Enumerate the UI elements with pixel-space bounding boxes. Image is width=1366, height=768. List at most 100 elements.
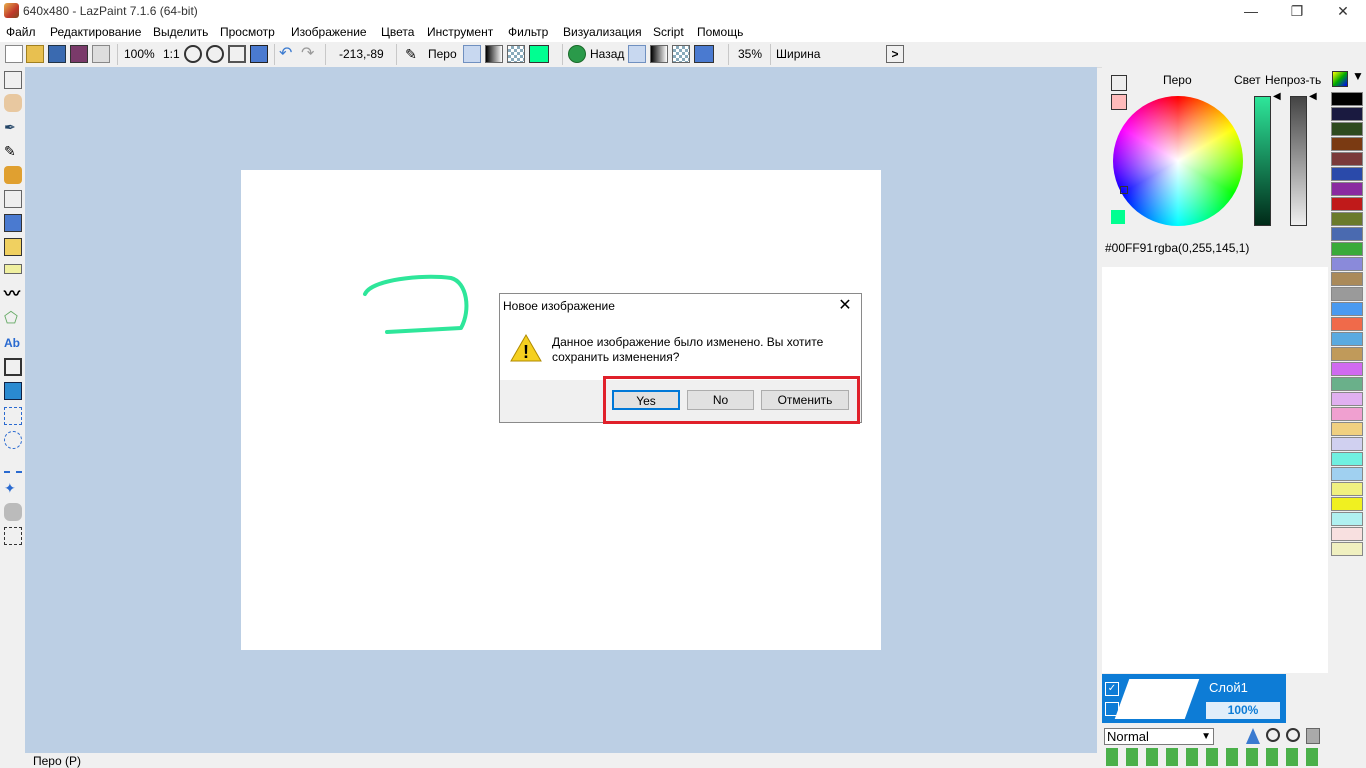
palette-swatch[interactable] [1331,347,1363,361]
palette-swatch[interactable] [1331,392,1363,406]
select-pen-icon[interactable] [4,503,22,521]
opacity-slider[interactable] [1290,96,1307,226]
menu-view[interactable]: Просмотр [220,25,275,39]
palette-swatch[interactable] [1331,497,1363,511]
palette-swatch[interactable] [1331,122,1363,136]
zoom-one-to-one[interactable]: 1:1 [163,47,180,61]
layer-actions-icon-row[interactable] [1106,748,1326,766]
redo-icon[interactable]: ↷ [301,45,319,63]
text-tool-icon[interactable]: Ab [4,334,22,352]
hand-icon[interactable] [4,94,22,112]
palette-swatch[interactable] [1331,137,1363,151]
menu-edit[interactable]: Редактирование [50,25,141,39]
layer-zoom-out-icon[interactable] [1286,728,1300,742]
layer-item[interactable]: ✓ Слой1 100% [1102,674,1286,723]
palette-swatch[interactable] [1331,242,1363,256]
undo-icon[interactable]: ↶ [279,45,297,63]
palette-swatch[interactable] [1331,257,1363,271]
back-gradient-icon[interactable] [650,45,668,63]
palette-swatch[interactable] [1331,437,1363,451]
palette-swatch[interactable] [1331,467,1363,481]
palette-swatch[interactable] [1331,287,1363,301]
rectangle-icon[interactable] [4,264,22,274]
crop-selection-icon[interactable] [4,527,22,545]
palette-swatch[interactable] [1331,152,1363,166]
transparent-pattern-icon[interactable] [507,45,525,63]
palette-swatch[interactable] [1331,482,1363,496]
fill-tool-icon[interactable] [4,214,22,232]
back-fill-icon[interactable] [628,45,646,63]
zoom-in-icon[interactable] [184,45,202,63]
back-pattern-icon[interactable] [672,45,690,63]
blend-mode-select[interactable]: Normal ▼ [1104,728,1214,745]
menu-file[interactable]: Файл [6,25,36,39]
menu-script[interactable]: Script [653,25,684,39]
copy-icon[interactable] [92,45,110,63]
palette-swatch[interactable] [1331,182,1363,196]
swap-icon[interactable] [1111,75,1127,91]
save-as-icon[interactable] [70,45,88,63]
palette-swatch[interactable] [1331,317,1363,331]
palette-swatch[interactable] [1331,212,1363,226]
layer-delete-icon[interactable] [1306,728,1320,744]
menu-select[interactable]: Выделить [153,25,208,39]
select-ellipse-icon[interactable] [4,431,22,449]
back-color-swatch[interactable] [694,45,714,63]
layer-opacity[interactable]: 100% [1206,702,1280,719]
pen-color-swatch[interactable] [529,45,549,63]
open-folder-icon[interactable] [26,45,44,63]
polygon-icon[interactable]: ⬠ [4,310,22,328]
color-wheel[interactable] [1113,96,1243,226]
palette-swatch[interactable] [1331,527,1363,541]
palette-menu-icon[interactable] [1332,71,1348,87]
pen-tool-icon[interactable]: ✎ [4,142,22,160]
menu-help[interactable]: Помощь [697,25,743,39]
opacity-value[interactable]: 35% [738,47,762,61]
menu-render[interactable]: Визуализация [563,25,642,39]
layers-icon[interactable] [250,45,268,63]
palette-swatch[interactable] [1331,197,1363,211]
minimize-button[interactable]: — [1228,0,1274,22]
close-window-button[interactable]: ✕ [1320,0,1366,22]
zoom-out-icon[interactable] [206,45,224,63]
palette-swatch[interactable] [1331,92,1363,106]
move-selection-icon[interactable] [4,71,22,89]
palette-swatch[interactable] [1331,302,1363,316]
brush-icon[interactable] [4,166,22,184]
fill-bucket-icon[interactable] [463,45,481,63]
select-poly-icon[interactable] [4,455,22,473]
magic-wand-icon[interactable]: ✦ [4,479,22,497]
palette-swatch[interactable] [1331,422,1363,436]
eraser-icon[interactable] [4,190,22,208]
zoom-level[interactable]: 100% [124,47,155,61]
layer-visible-checkbox[interactable]: ✓ [1105,682,1119,696]
dialog-close-button[interactable]: ✕ [834,296,856,316]
edit-shape-icon[interactable] [4,238,22,256]
pen-shape-icon[interactable]: > [886,45,904,63]
menu-colors[interactable]: Цвета [381,25,414,39]
polyline-icon[interactable]: 〰 [4,286,22,304]
palette-dropdown-icon[interactable]: ▼ [1352,69,1364,83]
color-wheel-marker[interactable] [1120,186,1128,194]
palette-swatch[interactable] [1331,362,1363,376]
palette-swatch[interactable] [1331,227,1363,241]
gradient-icon[interactable] [485,45,503,63]
new-file-icon[interactable] [5,45,23,63]
color-picker-icon[interactable]: ✒ [4,118,22,136]
lightness-slider[interactable] [1254,96,1271,226]
zoom-fit-icon[interactable] [228,45,246,63]
deformation-icon[interactable] [4,382,22,400]
lightness-marker-icon[interactable]: ◀ [1273,91,1281,102]
save-icon[interactable] [48,45,66,63]
opacity-marker-icon[interactable]: ◀ [1309,91,1317,102]
layer-zoom-in-icon[interactable] [1266,728,1280,742]
palette-swatch[interactable] [1331,452,1363,466]
restore-button[interactable]: ❐ [1274,0,1320,22]
palette-swatch[interactable] [1331,512,1363,526]
swap-colors-icon[interactable] [568,45,586,63]
layer-mapping-icon[interactable] [4,358,22,376]
palette-swatch[interactable] [1331,167,1363,181]
select-rect-icon[interactable] [4,407,22,425]
palette-swatch[interactable] [1331,542,1363,556]
menu-tool[interactable]: Инструмент [427,25,493,39]
